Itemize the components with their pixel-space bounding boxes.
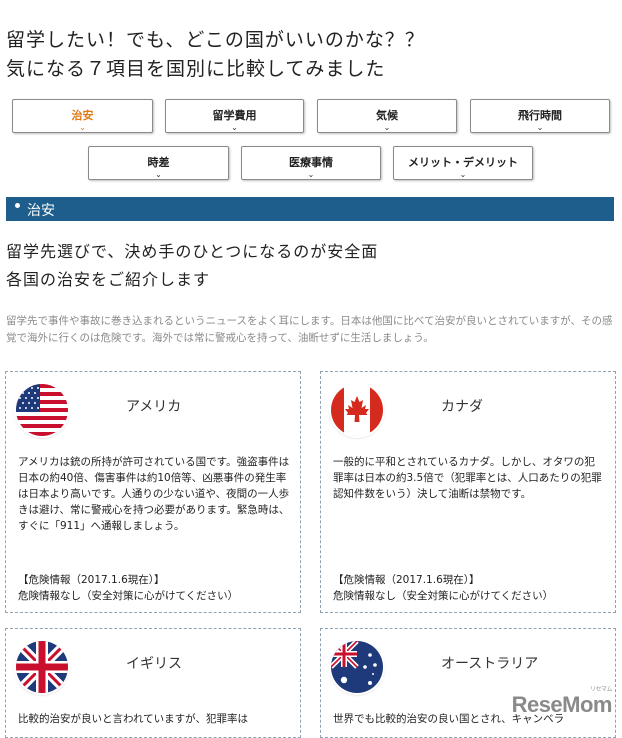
tab-label: 治安 bbox=[71, 109, 94, 122]
chevron-down-icon: ⌄ bbox=[383, 123, 391, 132]
section-lead: 留学先選びで、決め手のひとつになるのが安全面 各国の治安をご紹介します bbox=[6, 238, 378, 294]
section-header: 治安 bbox=[6, 197, 614, 221]
country-card-canada: カナダ 一般的に平和とされているカナダ。しかし、オタワの犯罪率は日本の約3.5倍… bbox=[320, 371, 616, 613]
australia-flag-icon bbox=[331, 641, 383, 693]
risk-label: 【危険情報（2017.1.6現在）】 bbox=[18, 574, 165, 586]
risk-value: 危険情報なし（安全対策に心がけてください） bbox=[18, 590, 239, 602]
risk-info: 【危険情報（2017.1.6現在）】 危険情報なし（安全対策に心がけてください） bbox=[333, 572, 605, 604]
us-flag-icon bbox=[16, 384, 68, 436]
country-name: イギリス bbox=[126, 656, 182, 672]
tab-safety[interactable]: 治安 ⌄ bbox=[12, 99, 153, 133]
country-card-australia: オーストラリア 世界でも比較的治安の良い国とされ、キャンベラ bbox=[320, 628, 616, 738]
tab-medical[interactable]: 医療事情 ⌄ bbox=[241, 146, 381, 180]
resemom-logo: ReseMom リセマム bbox=[511, 687, 613, 718]
chevron-down-icon: ⌄ bbox=[155, 170, 162, 179]
tab-study-cost[interactable]: 留学費用 ⌄ bbox=[165, 99, 304, 133]
tab-label: メリット・デメリット bbox=[408, 156, 518, 169]
country-card-usa: アメリカ アメリカは銃の所持が許可されている国です。強盗事件は日本の約40倍、傷… bbox=[5, 371, 301, 613]
section-title: 治安 bbox=[27, 203, 55, 219]
country-description: 比較的治安が良いと言われていますが、犯罪率は bbox=[18, 713, 248, 725]
chevron-down-icon: ⌄ bbox=[459, 170, 467, 179]
country-card-uk: イギリス 比較的治安が良いと言われていますが、犯罪率は bbox=[5, 628, 301, 738]
tab-label: 気候 bbox=[376, 109, 398, 122]
tab-merits-demerits[interactable]: メリット・デメリット ⌄ bbox=[393, 146, 533, 180]
logo-text: ReseMom bbox=[511, 692, 613, 717]
risk-info: 【危険情報（2017.1.6現在）】 危険情報なし（安全対策に心がけてください） bbox=[18, 572, 290, 604]
tab-climate[interactable]: 気候 ⌄ bbox=[317, 99, 457, 133]
title-line-1: 留学したい！でも、どこの国がいいのかな？？ bbox=[6, 29, 425, 51]
country-name: カナダ bbox=[441, 399, 483, 415]
risk-value: 危険情報なし（安全対策に心がけてください） bbox=[333, 590, 554, 602]
tab-time-difference[interactable]: 時差 ⌄ bbox=[88, 146, 229, 180]
canada-flag-icon bbox=[331, 384, 383, 436]
tab-label: 留学費用 bbox=[212, 109, 257, 122]
country-name: オーストラリア bbox=[441, 656, 539, 672]
lead-line-1: 留学先選びで、決め手のひとつになるのが安全面 bbox=[6, 242, 379, 261]
title-line-2: 気になる７項目を国別に比較してみました bbox=[6, 58, 386, 80]
chevron-down-icon: ⌄ bbox=[231, 123, 238, 132]
lead-line-2: 各国の治安をご紹介します bbox=[6, 270, 211, 289]
uk-flag-icon bbox=[16, 641, 68, 693]
country-description: 一般的に平和とされているカナダ。しかし、オタワの犯罪率は日本の約3.5倍で（犯罪… bbox=[333, 456, 602, 500]
country-name: アメリカ bbox=[126, 399, 182, 415]
tab-label: 飛行時間 bbox=[518, 109, 562, 122]
risk-label: 【危険情報（2017.1.6現在）】 bbox=[333, 574, 480, 586]
chevron-down-icon: ⌄ bbox=[536, 123, 544, 132]
tab-flight-time[interactable]: 飛行時間 ⌄ bbox=[470, 99, 610, 133]
bullet-icon bbox=[15, 203, 20, 208]
tab-label: 医療事情 bbox=[289, 156, 333, 169]
page-title: 留学したい！でも、どこの国がいいのかな？？ 気になる７項目を国別に比較してみまし… bbox=[6, 26, 425, 84]
country-description: アメリカは銃の所持が許可されている国です。強盗事件は日本の約40倍、傷害事件は約… bbox=[18, 456, 290, 532]
tab-label: 時差 bbox=[147, 156, 170, 169]
section-intro: 留学先で事件や事故に巻き込まれるというニュースをよく耳にします。日本は他国に比べ… bbox=[6, 315, 613, 344]
chevron-down-icon: ⌄ bbox=[307, 170, 315, 179]
logo-subtext: リセマム bbox=[589, 687, 613, 693]
chevron-down-icon: ⌄ bbox=[79, 123, 86, 132]
